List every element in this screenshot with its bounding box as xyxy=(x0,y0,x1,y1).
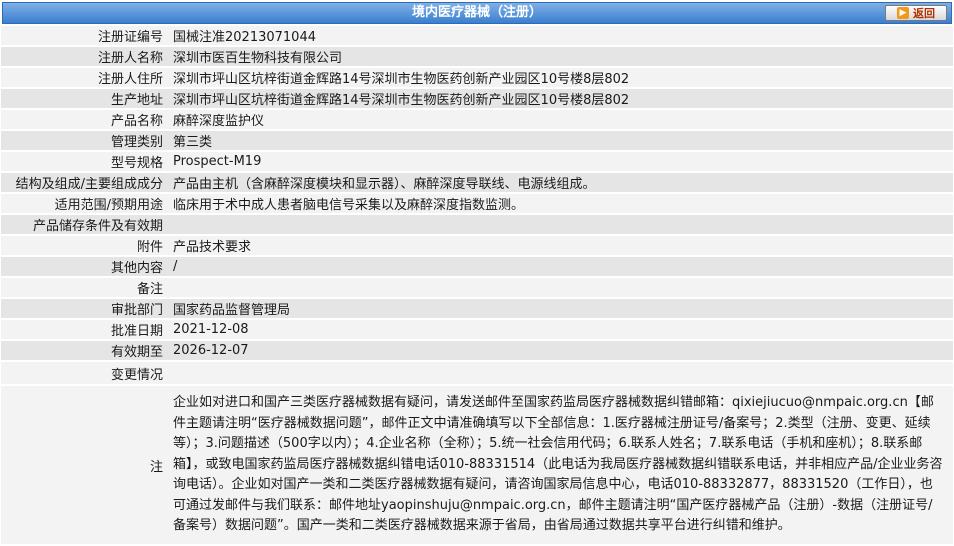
field-value: 产品由主机（含麻醉深度模块和显示器）、麻醉深度导联线、电源线组成。 xyxy=(167,173,953,192)
field-label: 注册人名称 xyxy=(1,47,167,66)
back-button-label: 返回 xyxy=(913,7,935,20)
page-title: 境内医疗器械（注册） xyxy=(411,5,542,20)
field-value: 深圳市坪山区坑梓街道金辉路14号深圳市生物医药创新产业园区10号楼8层802 xyxy=(167,89,953,108)
field-label: 附件 xyxy=(1,236,167,255)
field-label: 变更情况 xyxy=(1,362,167,384)
field-label: 产品名称 xyxy=(1,110,167,129)
table-row: 有效期至 2026-12-07 xyxy=(1,341,953,360)
table-row: 附件 产品技术要求 xyxy=(1,236,953,255)
field-value: 深圳市医百生物科技有限公司 xyxy=(167,47,953,66)
table-row: 管理类别 第三类 xyxy=(1,131,953,150)
field-label: 备注 xyxy=(1,278,167,297)
table-row: 产品名称 麻醉深度监护仪 xyxy=(1,110,953,129)
field-label: 产品储存条件及有效期 xyxy=(1,215,167,234)
back-button[interactable]: ▶ 返回 xyxy=(885,5,947,21)
field-label: 有效期至 xyxy=(1,341,167,360)
field-value: 2026-12-07 xyxy=(167,341,953,360)
field-value xyxy=(167,215,953,234)
field-value: 2021-12-08 xyxy=(167,320,953,339)
field-value xyxy=(167,362,953,384)
field-label: 生产地址 xyxy=(1,89,167,108)
field-label: 管理类别 xyxy=(1,131,167,150)
field-label: 注册人住所 xyxy=(1,68,167,87)
field-value: 国械注准20213071044 xyxy=(167,26,953,45)
table-row: 注册人住所 深圳市坪山区坑梓街道金辉路14号深圳市生物医药创新产业园区10号楼8… xyxy=(1,68,953,87)
field-label: 型号规格 xyxy=(1,152,167,171)
table-row: 产品储存条件及有效期 xyxy=(1,215,953,234)
field-label: 审批部门 xyxy=(1,299,167,318)
table-row: 批准日期 2021-12-08 xyxy=(1,320,953,339)
back-arrow-icon: ▶ xyxy=(897,7,909,19)
field-label: 其他内容 xyxy=(1,257,167,276)
field-value: 临床用于术中成人患者脑电信号采集以及麻醉深度指数监测。 xyxy=(167,194,953,213)
field-value: Prospect-M19 xyxy=(167,152,953,171)
table-row-note: 注 企业如对进口和国产三类医疗器械数据有疑问，请发送邮件至国家药监局医疗器械数据… xyxy=(1,386,953,544)
field-value: / xyxy=(167,257,953,276)
field-label: 适用范围/预期用途 xyxy=(1,194,167,213)
note-text: 企业如对进口和国产三类医疗器械数据有疑问，请发送邮件至国家药监局医疗器械数据纠错… xyxy=(173,395,943,534)
table-row: 变更情况 xyxy=(1,362,953,384)
field-value xyxy=(167,278,953,297)
table-row: 审批部门 国家药品监督管理局 xyxy=(1,299,953,318)
device-info-table: 注册证编号 国械注准20213071044 注册人名称 深圳市医百生物科技有限公… xyxy=(1,24,953,546)
table-row: 其他内容 / xyxy=(1,257,953,276)
page-header: 境内医疗器械（注册） ▶ 返回 xyxy=(2,2,952,24)
table-row: 注册证编号 国械注准20213071044 xyxy=(1,26,953,45)
field-value: 深圳市坪山区坑梓街道金辉路14号深圳市生物医药创新产业园区10号楼8层802 xyxy=(167,68,953,87)
field-label: 批准日期 xyxy=(1,320,167,339)
field-value: 国家药品监督管理局 xyxy=(167,299,953,318)
table-row: 备注 xyxy=(1,278,953,297)
table-row: 生产地址 深圳市坪山区坑梓街道金辉路14号深圳市生物医药创新产业园区10号楼8层… xyxy=(1,89,953,108)
field-value: 产品技术要求 xyxy=(167,236,953,255)
table-row: 型号规格 Prospect-M19 xyxy=(1,152,953,171)
table-row: 结构及组成/主要组成成分 产品由主机（含麻醉深度模块和显示器）、麻醉深度导联线、… xyxy=(1,173,953,192)
note-label: 注 xyxy=(1,386,167,544)
field-label: 结构及组成/主要组成成分 xyxy=(1,173,167,192)
field-label: 注册证编号 xyxy=(1,26,167,45)
field-value: 麻醉深度监护仪 xyxy=(167,110,953,129)
field-value: 第三类 xyxy=(167,131,953,150)
table-row: 适用范围/预期用途 临床用于术中成人患者脑电信号采集以及麻醉深度指数监测。 xyxy=(1,194,953,213)
table-row: 注册人名称 深圳市医百生物科技有限公司 xyxy=(1,47,953,66)
